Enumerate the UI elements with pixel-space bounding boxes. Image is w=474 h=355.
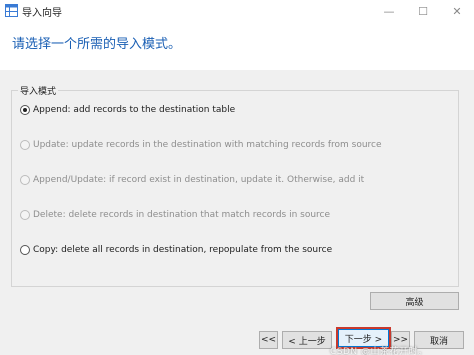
wizard-instruction: 请选择一个所需的导入模式。: [12, 37, 182, 52]
watermark-text: CSDN @山茶花开时。: [330, 347, 428, 355]
radio-button: [20, 175, 30, 185]
radio-button: [20, 210, 30, 220]
wizard-content: 导入模式 Append: add records to the destinat…: [0, 70, 474, 355]
radio-option-copy[interactable]: Copy: delete all records in destination,…: [20, 243, 332, 257]
title-bar: 导入向导 — ☐ ✕: [0, 0, 474, 22]
table-wizard-icon: [5, 4, 18, 17]
import-mode-group: 导入模式 Append: add records to the destinat…: [11, 84, 459, 287]
radio-option-append[interactable]: Append: add records to the destination t…: [20, 103, 235, 117]
import-mode-label: 导入模式: [18, 84, 59, 97]
radio-option-update: Update: update records in the destinatio…: [20, 138, 382, 152]
radio-label-delete: Delete: delete records in destination th…: [33, 210, 331, 220]
close-button[interactable]: ✕: [440, 0, 474, 22]
window-title: 导入向导: [22, 8, 62, 19]
maximize-button[interactable]: ☐: [406, 0, 440, 22]
radio-label-copy: Copy: delete all records in destination,…: [33, 245, 333, 255]
radio-button: [20, 140, 30, 150]
radio-label-update: Update: update records in the destinatio…: [33, 140, 382, 150]
radio-label-append-update: Append/Update: if record exist in destin…: [33, 175, 365, 185]
minimize-button[interactable]: —: [372, 0, 406, 22]
radio-option-delete: Delete: delete records in destination th…: [20, 208, 330, 222]
radio-option-append-update: Append/Update: if record exist in destin…: [20, 173, 364, 187]
previous-step-button[interactable]: < 上一步: [282, 331, 332, 349]
wizard-header: 请选择一个所需的导入模式。: [0, 22, 474, 70]
radio-selected-dot: [23, 108, 27, 112]
radio-label-append: Append: add records to the destination t…: [33, 105, 236, 115]
first-step-button[interactable]: <<: [259, 331, 278, 349]
advanced-button[interactable]: 高级: [370, 292, 459, 310]
radio-button[interactable]: [20, 105, 30, 115]
radio-button[interactable]: [20, 245, 30, 255]
